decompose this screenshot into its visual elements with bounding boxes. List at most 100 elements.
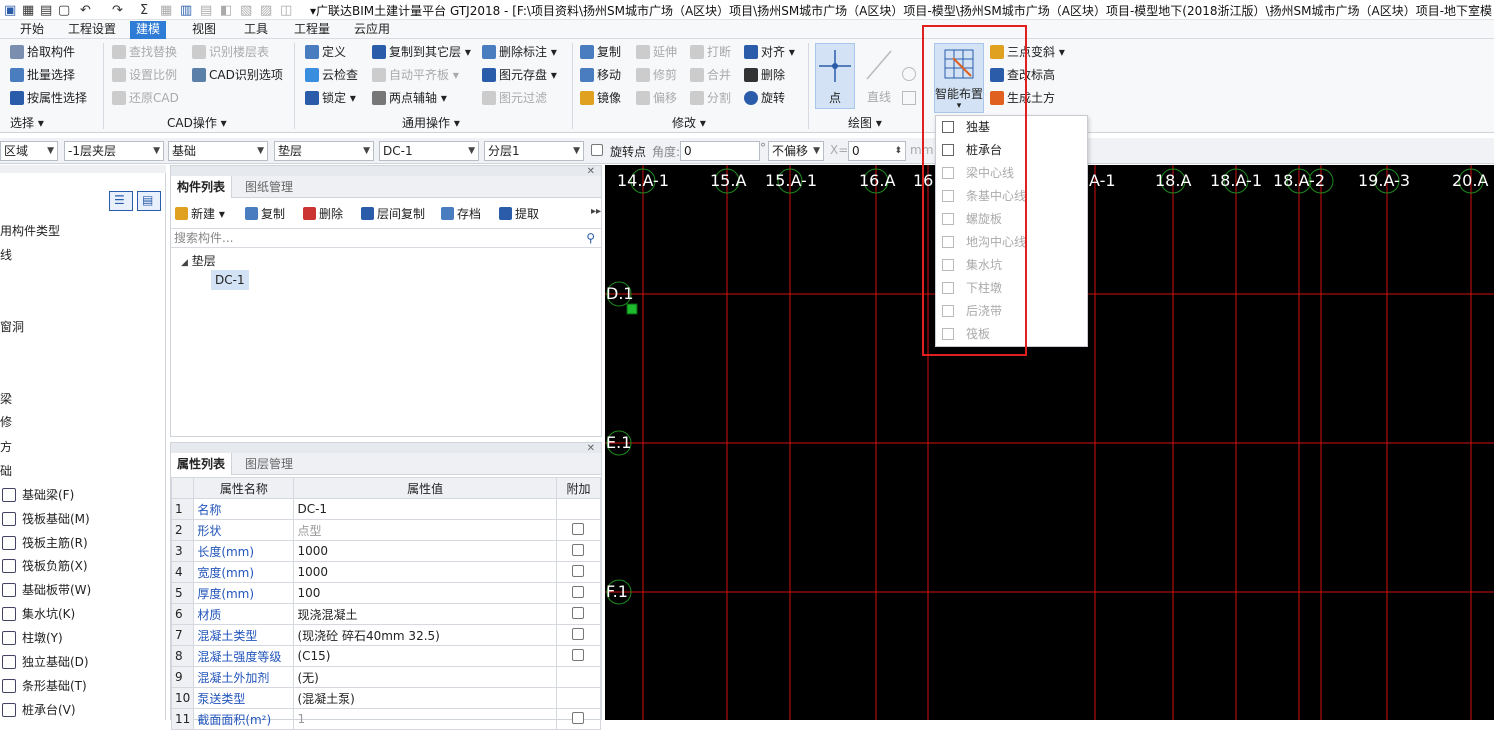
save-element-button[interactable]: 图元存盘 ▾ [482,65,557,85]
cloud-check-button[interactable]: 云检查 [305,65,358,85]
tab-drawing-manage[interactable]: 图纸管理 [239,176,299,198]
component-select[interactable]: DC-1 ▼ [379,141,479,161]
new-button[interactable]: 新建 ▾ [175,204,225,224]
smart-menu-item[interactable]: 后浇带 [936,300,1087,323]
rotate-button[interactable]: 旋转 [744,88,785,108]
attach-checkbox[interactable] [572,606,585,619]
menu-cloud[interactable]: 云应用 [348,21,396,39]
table-row[interactable]: 6 材质 现浇混凝土 [170,603,602,625]
table-row[interactable]: 8 混凝土强度等级 (C15) [170,645,602,667]
property-value[interactable]: (C15) [293,645,557,667]
lock-button[interactable]: 锁定 ▾ [305,88,356,108]
delete-annotation-button[interactable]: 删除标注 ▾ [482,42,557,62]
tab-component-list[interactable]: 构件列表 [171,176,233,198]
layer-select[interactable]: 分层1 ▼ [484,141,584,161]
property-value[interactable]: 点型 [293,519,557,541]
type-select[interactable]: 垫层 ▼ [274,141,374,161]
tree-root-pad[interactable]: ◢ 垫层 [181,252,216,269]
smart-menu-item[interactable]: 独基 [936,116,1087,139]
rectangle-icon[interactable] [902,91,916,105]
element-filter-button[interactable]: 图元过滤 [482,88,547,108]
smart-menu-item[interactable]: 桩承台 [936,139,1087,162]
floor-select[interactable]: -1层夹层 ▼ [64,141,164,161]
menu-tools[interactable]: 工具 [238,21,274,39]
smart-menu-item[interactable]: 地沟中心线 [936,231,1087,254]
interlayer-copy-button[interactable]: 层间复制 [361,204,425,224]
break-button[interactable]: 打断 [690,42,731,62]
point-draw-button[interactable]: 点 [815,43,855,109]
attach-checkbox[interactable] [572,711,585,724]
smart-menu-item[interactable]: 下柱墩 [936,277,1087,300]
smart-menu-item[interactable]: 梁中心线 [936,162,1087,185]
tree-item-dc1[interactable]: DC-1 [211,270,249,290]
select-by-attr-button[interactable]: 按属性选择 [10,88,87,108]
extract-button[interactable]: 提取 [499,204,539,224]
delete-component-button[interactable]: 删除 [303,204,343,224]
table-row[interactable]: 7 混凝土类型 (现浇砼 碎石40mm 32.5) [170,624,602,646]
region-select[interactable]: 区域 ▼ [0,141,58,161]
tab-property-list[interactable]: 属性列表 [171,453,233,475]
smart-menu-item[interactable]: 螺旋板 [936,208,1087,231]
smart-layout-button[interactable]: 智能布置 ▾ [934,43,984,113]
save-icon[interactable]: ▣ [4,3,16,18]
find-replace-button[interactable]: 查找替换 [112,42,177,62]
auto-flush-button[interactable]: 自动平齐板 ▾ [372,65,459,85]
offset-select[interactable]: 不偏移 ▼ [768,141,824,161]
property-value[interactable]: 100 [293,582,557,604]
group-select-label[interactable]: 选择 ▾ [10,114,44,130]
tree-item-raft-main-rebar[interactable]: 筏板主筋(R) [2,533,88,553]
more-icon[interactable]: ▸▸ [591,206,601,217]
attach-checkbox[interactable] [572,522,585,535]
tree-item-pile-cap[interactable]: 桩承台(V) [2,700,76,720]
tab-layer-manage[interactable]: 图层管理 [239,453,299,475]
property-value[interactable]: 1000 [293,540,557,562]
two-point-axis-button[interactable]: 两点辅轴 ▾ [372,88,447,108]
tree-item-isolated-foundation[interactable]: 独立基础(D) [2,652,89,672]
detail-view-toggle[interactable]: ▤ [137,191,161,211]
view-icon[interactable]: ▨ [260,3,272,18]
property-value[interactable]: (现浇砼 碎石40mm 32.5) [293,624,557,646]
attach-checkbox[interactable] [572,585,585,598]
property-value[interactable]: DC-1 [293,498,557,520]
table-icon[interactable]: ▦ [160,3,172,18]
property-value[interactable]: (混凝土泵) [293,687,557,709]
menu-view[interactable]: 视图 [186,21,222,39]
file-icon[interactable]: ▢ [58,3,70,18]
group-modify-label[interactable]: 修改 ▾ [672,114,706,130]
redo-icon[interactable]: ↷ [112,3,123,18]
table-row[interactable]: 11 截面面积(m²) 1 [170,708,602,730]
property-value[interactable]: 1000 [293,561,557,583]
tree-item[interactable]: 线 [0,245,12,265]
grid-icon[interactable]: ▦ [22,3,34,18]
delete-button[interactable]: 删除 [744,65,785,85]
tree-item[interactable]: 础 [0,461,12,481]
table-row[interactable]: 9 混凝土外加剂 (无) [170,666,602,688]
menu-modeling[interactable]: 建模 [130,21,167,39]
copy-component-button[interactable]: 复制 [245,204,285,224]
circle-icon[interactable] [902,67,916,81]
batch-select-button[interactable]: 批量选择 [10,65,75,85]
menu-project-settings[interactable]: 工程设置 [62,21,122,39]
tree-item[interactable]: 修 [0,412,12,432]
restore-cad-button[interactable]: 还原CAD [112,88,179,108]
check-elevation-button[interactable]: 查改标高 [990,65,1055,85]
smart-menu-item[interactable]: 集水坑 [936,254,1087,277]
property-value[interactable]: 1 [293,708,557,730]
layer-icon[interactable]: ▤ [200,3,212,18]
table-row[interactable]: 5 厚度(mm) 100 [170,582,602,604]
print-icon[interactable]: ▤ [40,3,52,18]
archive-button[interactable]: 存档 [441,204,481,224]
x-input[interactable]: 0 ⬍ [848,141,906,161]
group-common-label[interactable]: 通用操作 ▾ [402,114,460,130]
search-icon[interactable]: ⚲ [586,229,595,247]
tree-item[interactable]: 方 [0,437,12,457]
cad-options-button[interactable]: CAD识别选项 [192,65,283,85]
table-row[interactable]: 4 宽度(mm) 1000 [170,561,602,583]
property-value[interactable]: (无) [293,666,557,688]
category-select[interactable]: 基础 ▼ [168,141,268,161]
tree-item-column-pier[interactable]: 柱墩(Y) [2,628,63,648]
measure-icon[interactable]: ◫ [280,3,292,18]
table-row[interactable]: 2 形状 点型 [170,519,602,541]
component-search-input[interactable]: 搜索构件... ⚲ [171,228,601,248]
tree-item-sump[interactable]: 集水坑(K) [2,604,75,624]
